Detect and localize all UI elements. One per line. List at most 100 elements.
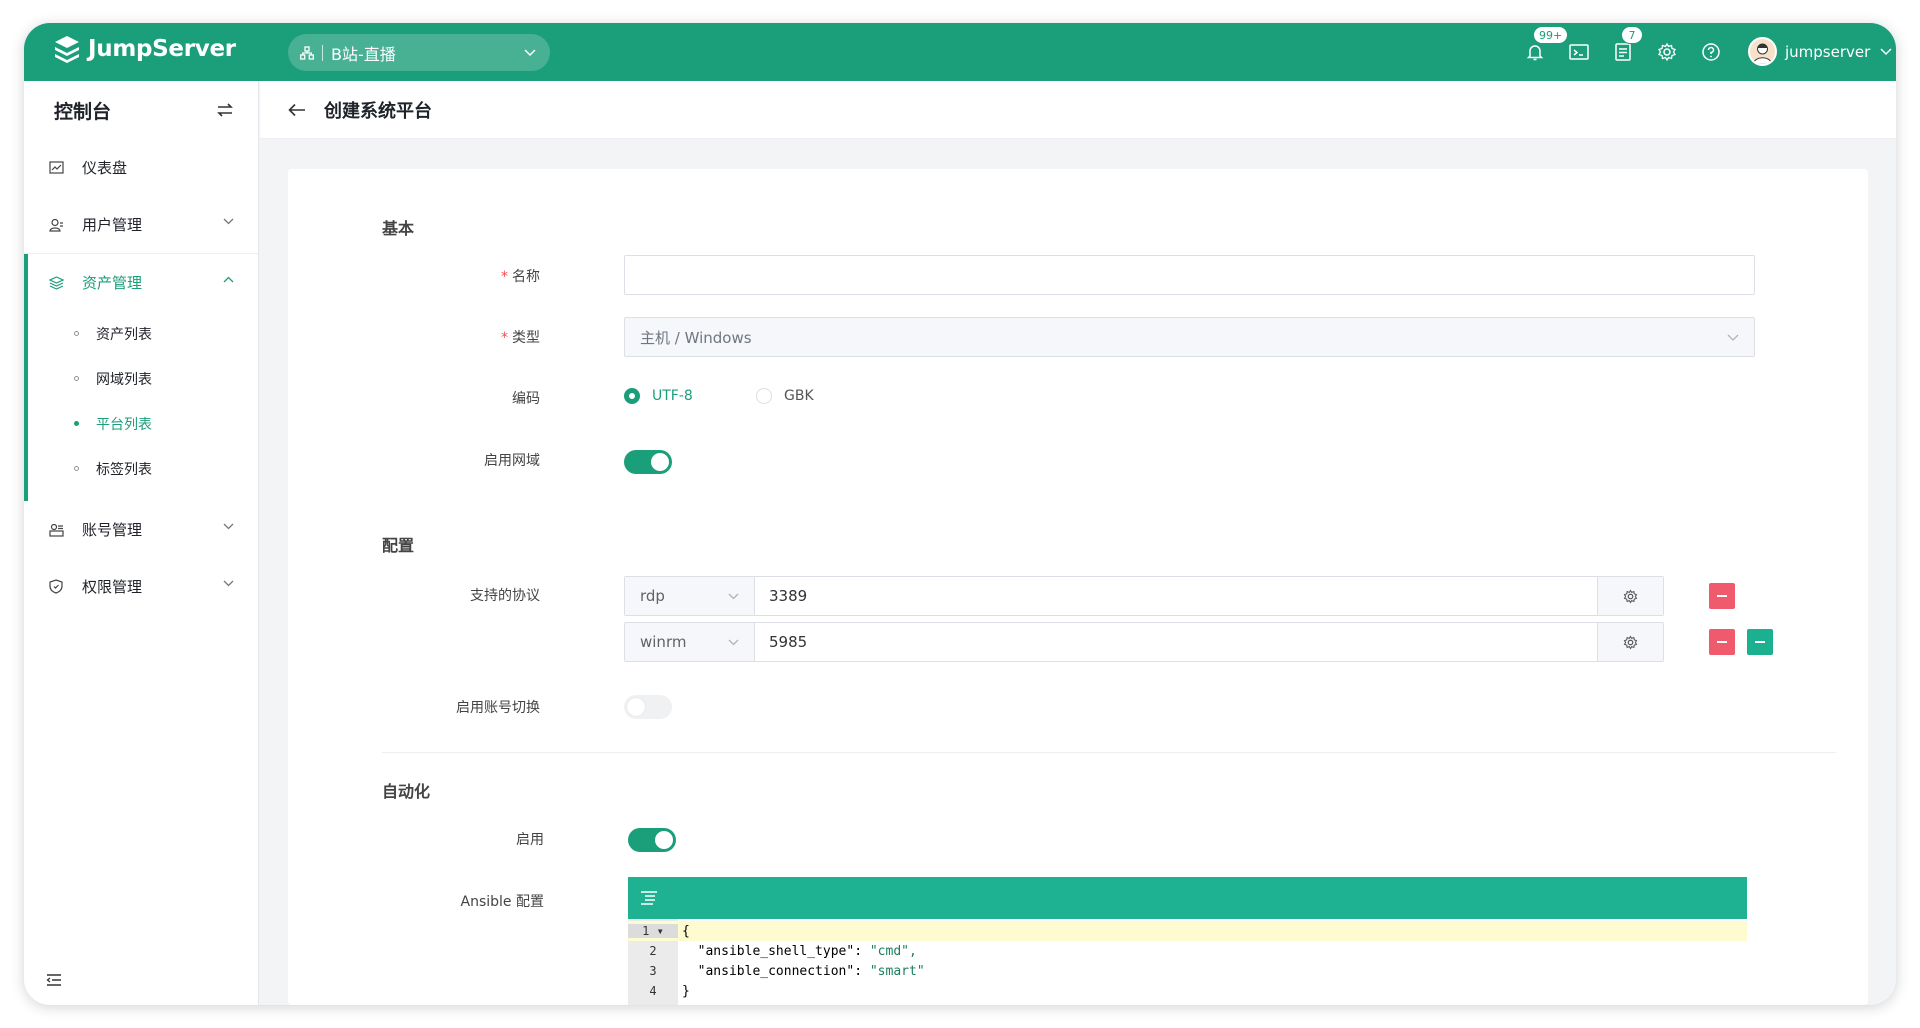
protocol-port-input[interactable]: 5985 (755, 623, 1597, 661)
gear-icon (1658, 42, 1676, 62)
sidebar-item-label: 账号管理 (82, 521, 143, 539)
platform-form-card: 基本 * 名称 * 类型 主机 / Windows 编码 UTF-8 GBK 启用网… (288, 169, 1868, 1005)
brand-logo[interactable]: JumpServer (52, 34, 236, 64)
code-line: 4} (649, 983, 690, 999)
permission-icon (49, 579, 63, 594)
jumpserver-logo-icon (55, 36, 79, 63)
type-select[interactable]: 主机 / Windows (624, 317, 1755, 357)
ansible-code-editor[interactable]: 1 ▾{ 2 "ansible_shell_type": "cmd", 3 "a… (628, 877, 1747, 1005)
help-button[interactable] (1700, 41, 1722, 63)
sidebar-item-label: 资产管理 (82, 274, 143, 292)
sidebar-item-dashboard[interactable]: 仪表盘 (24, 139, 258, 196)
type-value: 主机 / Windows (640, 328, 752, 347)
encoding-gbk-radio[interactable]: GBK (756, 388, 814, 404)
sidebar-item-label: 权限管理 (82, 578, 143, 596)
back-arrow-icon[interactable] (288, 103, 306, 117)
user-menu[interactable]: jumpserver (1748, 37, 1892, 66)
sidebar-subitem-platform-list[interactable]: 平台列表 (28, 401, 258, 446)
sidebar-subitem-domain-list[interactable]: 网域列表 (28, 356, 258, 401)
gear-icon (1623, 634, 1638, 650)
automation-enable-label: 启用 (516, 832, 544, 848)
protocols-label: 支持的协议 (470, 588, 540, 604)
org-switcher[interactable]: B站-直播 (288, 34, 550, 71)
enable-su-label: 启用账号切换 (456, 700, 540, 716)
asset-management-group: 资产管理 资产列表 网域列表 平台列表 标签列表 (24, 254, 258, 501)
help-circle-icon (1702, 43, 1720, 61)
bell-icon (1526, 45, 1544, 61)
switch-view-icon[interactable] (216, 102, 234, 118)
code-line: 1 ▾{ (628, 921, 1747, 941)
collapse-sidebar-icon[interactable] (46, 973, 62, 987)
code-line: 2 "ansible_shell_type": "cmd", (649, 943, 917, 959)
encoding-label: 编码 (512, 391, 540, 407)
org-icon (300, 45, 314, 60)
protocol-row: rdp 3389 (624, 576, 1664, 616)
ticket-list-icon (1615, 43, 1631, 61)
subitem-label: 网域列表 (96, 371, 152, 388)
asset-icon (48, 275, 64, 290)
tickets-button[interactable] (1612, 41, 1634, 63)
sidebar-subitem-asset-list[interactable]: 资产列表 (28, 311, 258, 356)
automation-enable-toggle[interactable] (628, 828, 676, 852)
sidebar-title: 控制台 (54, 100, 112, 123)
chevron-down-icon (223, 218, 234, 225)
sidebar-item-users[interactable]: 用户管理 (24, 196, 258, 253)
chevron-down-icon (1880, 47, 1892, 55)
format-code-icon[interactable] (640, 890, 658, 906)
sidebar-header: 控制台 (24, 81, 258, 139)
avatar (1748, 37, 1777, 66)
terminal-icon (1569, 44, 1589, 60)
code-line: 3 "ansible_connection": "smart" (649, 963, 925, 979)
sidebar-item-assets[interactable]: 资产管理 (28, 254, 258, 311)
ansible-config-label: Ansible 配置 (460, 894, 544, 910)
app-window: JumpServer B站-直播 99+ 7 jumpserver 控制台 仪表… (24, 23, 1896, 1005)
web-terminal-button[interactable] (1568, 41, 1590, 63)
subitem-label: 平台列表 (96, 416, 152, 433)
sidebar-item-accounts[interactable]: 账号管理 (24, 501, 258, 558)
enable-su-toggle[interactable] (624, 695, 672, 719)
protocol-port-input[interactable]: 3389 (755, 577, 1597, 615)
ticket-count-badge: 7 (1621, 26, 1643, 44)
sidebar-item-label: 仪表盘 (82, 159, 128, 177)
name-label: * 名称 (501, 269, 540, 285)
remove-protocol-button[interactable] (1709, 583, 1735, 609)
top-navbar: JumpServer B站-直播 99+ 7 jumpserver (24, 23, 1896, 81)
protocol-select[interactable]: winrm (625, 623, 755, 661)
subitem-label: 标签列表 (96, 461, 152, 478)
editor-body[interactable]: 1 ▾{ 2 "ansible_shell_type": "cmd", 3 "a… (628, 919, 1747, 1005)
enable-domain-label: 启用网域 (484, 453, 540, 469)
sidebar-item-permissions[interactable]: 权限管理 (24, 558, 258, 615)
remove-protocol-button[interactable] (1709, 629, 1735, 655)
username: jumpserver (1785, 42, 1871, 61)
chevron-up-icon (223, 276, 234, 283)
chevron-down-icon (524, 48, 536, 56)
user-icon (48, 218, 63, 232)
settings-button[interactable] (1656, 41, 1678, 63)
section-basic-title: 基本 (382, 219, 415, 238)
org-name: B站-直播 (331, 44, 396, 64)
page-title: 创建系统平台 (324, 100, 432, 122)
dashboard-icon (48, 161, 64, 174)
subitem-label: 资产列表 (96, 326, 152, 343)
encoding-utf8-radio[interactable]: UTF-8 (624, 388, 693, 404)
chevron-down-icon (728, 593, 739, 599)
section-divider (382, 752, 1836, 753)
sidebar: 控制台 仪表盘 用户管理 资产管理 资产列表 网域列表 平台列表 标签列表 账号… (24, 81, 259, 1005)
section-config-title: 配置 (382, 536, 415, 555)
brand-name: JumpServer (88, 36, 236, 62)
notification-bell-button[interactable] (1524, 41, 1546, 63)
type-label: * 类型 (501, 330, 540, 346)
sidebar-subitem-label-list[interactable]: 标签列表 (28, 446, 258, 491)
name-input[interactable] (624, 255, 1755, 295)
protocol-settings-button[interactable] (1597, 577, 1663, 615)
protocol-settings-button[interactable] (1597, 623, 1663, 661)
chevron-down-icon (1727, 334, 1739, 341)
notification-count-badge: 99+ (1533, 26, 1569, 44)
gear-icon (1623, 588, 1638, 604)
chevron-down-icon (728, 639, 739, 645)
enable-domain-toggle[interactable] (624, 450, 672, 474)
protocol-select[interactable]: rdp (625, 577, 755, 615)
page-header: 创建系统平台 (260, 81, 1896, 139)
chevron-down-icon (223, 580, 234, 587)
add-protocol-button[interactable] (1747, 629, 1773, 655)
